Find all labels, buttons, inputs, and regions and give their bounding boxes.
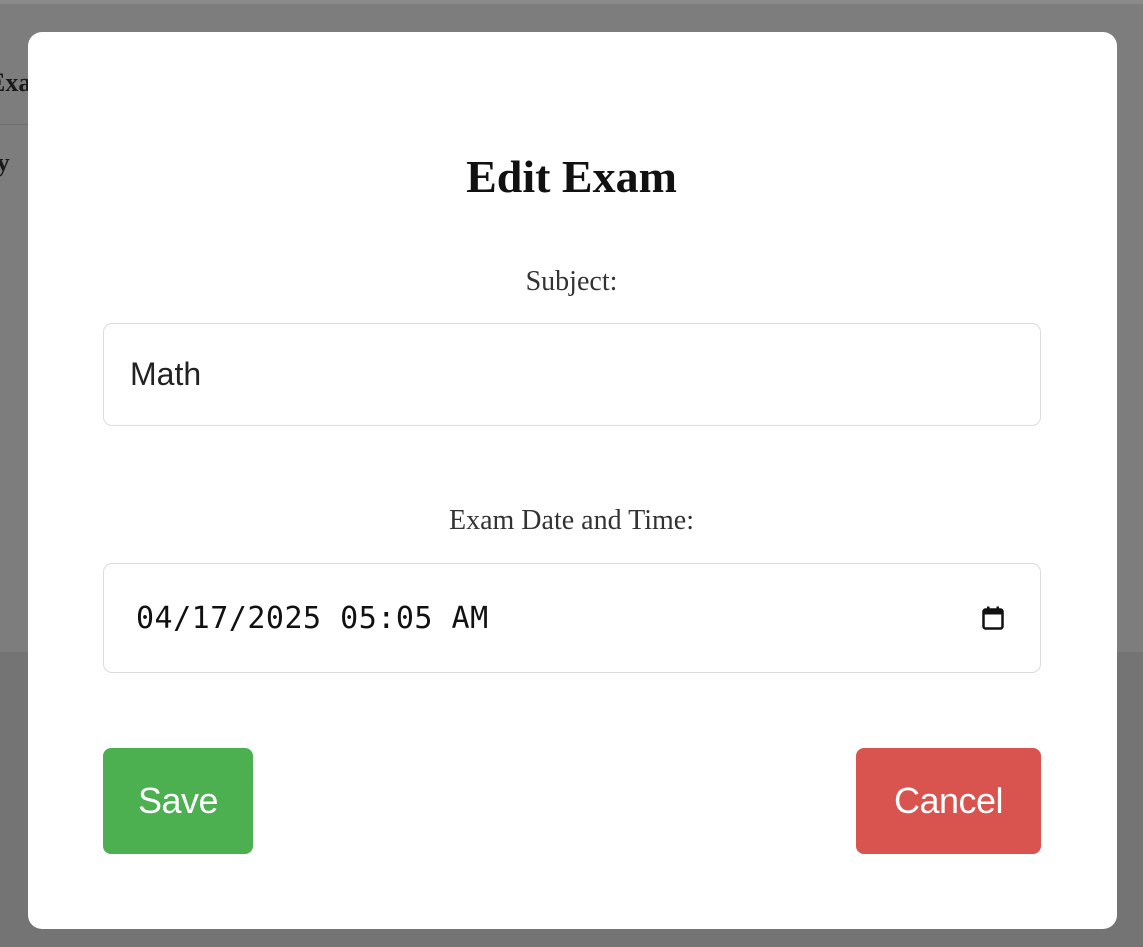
subject-input-value: Math [130, 356, 202, 392]
subject-label: Subject: [525, 266, 618, 297]
calendar-icon[interactable] [982, 606, 1004, 630]
cancel-button[interactable]: Cancel [856, 748, 1041, 854]
subject-input[interactable]: Math [103, 323, 1041, 426]
exam-datetime-label: Exam Date and Time: [449, 505, 694, 536]
background-partial-text: Exam [0, 68, 30, 97]
exam-datetime-value: 04/17/2025 05:05 AM [136, 600, 489, 636]
save-button[interactable]: Save [103, 748, 253, 854]
background-top-edge [0, 0, 1143, 4]
exam-datetime-input[interactable]: 04/17/2025 05:05 AM [103, 563, 1041, 673]
modal-title: Edit Exam [466, 151, 677, 202]
